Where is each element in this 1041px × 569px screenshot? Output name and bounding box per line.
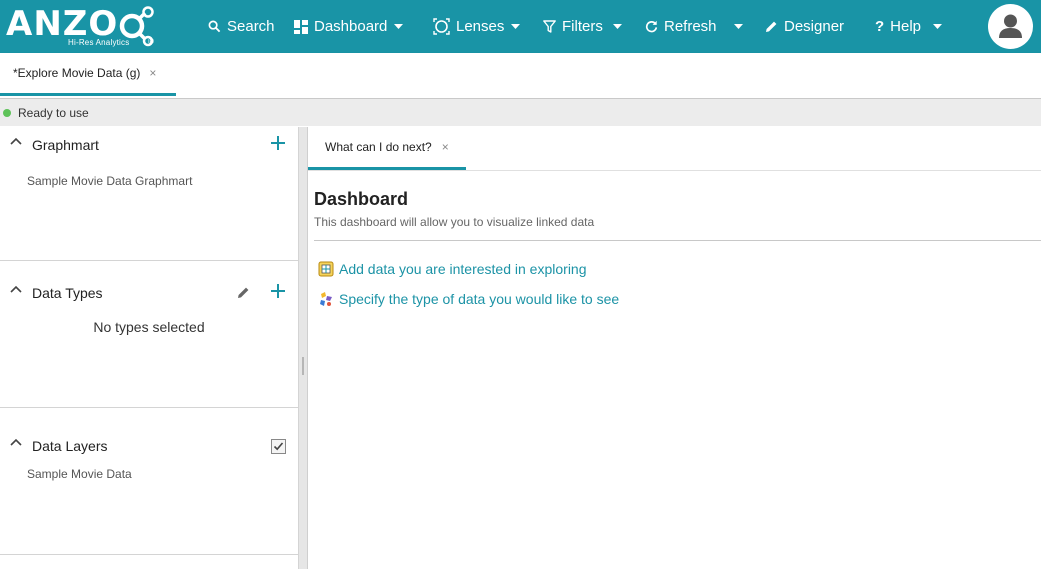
lenses-dropdown-caret[interactable] xyxy=(511,0,520,53)
anzo-logo[interactable]: ANZO Hi-Res Analytics ® xyxy=(6,4,158,48)
subtab-close-icon[interactable]: × xyxy=(442,140,449,154)
specify-type-icon xyxy=(320,292,332,306)
caret-down-icon xyxy=(394,24,403,29)
splitter-grip-icon xyxy=(302,357,304,375)
page-description: This dashboard will allow you to visuali… xyxy=(314,215,595,229)
logo-tagline: Hi-Res Analytics xyxy=(68,38,130,47)
nav-dashboard[interactable]: Dashboard xyxy=(294,0,387,53)
data-layers-checkbox[interactable] xyxy=(271,439,286,454)
nav-search-label: Search xyxy=(227,18,275,35)
filters-dropdown-caret[interactable] xyxy=(613,0,622,53)
nav-help[interactable]: ? Help xyxy=(875,0,921,53)
panel-splitter[interactable] xyxy=(299,127,308,569)
dashboard-dropdown-caret[interactable] xyxy=(394,0,403,53)
nav-lenses[interactable]: Lenses xyxy=(433,0,504,53)
top-navigation-bar: ANZO Hi-Res Analytics ® Search Dashboard xyxy=(0,0,1041,53)
data-layers-title: Data Layers xyxy=(32,438,108,454)
add-data-link-text: Add data you are interested in exploring xyxy=(339,261,587,277)
nav-filters[interactable]: Filters xyxy=(543,0,603,53)
add-graphmart-icon[interactable] xyxy=(270,135,286,151)
dashboard-grid-icon xyxy=(294,19,308,34)
user-profile-icon xyxy=(999,14,1022,38)
specify-type-link[interactable]: Specify the type of data you would like … xyxy=(318,291,619,307)
left-panel: Graphmart Sample Movie Data Graphmart Da… xyxy=(0,127,299,569)
dashboard-content: What can I do next? × Dashboard This das… xyxy=(308,127,1041,569)
status-bar: Ready to use xyxy=(0,99,1041,126)
filter-icon xyxy=(543,20,556,33)
pencil-icon xyxy=(766,21,777,32)
nav-designer[interactable]: Designer xyxy=(765,0,844,53)
status-text: Ready to use xyxy=(18,105,89,120)
caret-down-icon xyxy=(734,24,743,29)
nav-designer-label: Designer xyxy=(784,18,845,35)
add-data-icon xyxy=(318,261,334,277)
refresh-icon xyxy=(645,20,658,33)
question-mark-icon: ? xyxy=(875,18,885,35)
refresh-dropdown-caret[interactable] xyxy=(734,0,743,53)
data-layer-item[interactable]: Sample Movie Data xyxy=(27,467,132,481)
data-layers-header[interactable]: Data Layers xyxy=(0,428,298,462)
page-title: Dashboard xyxy=(314,189,409,209)
data-types-header[interactable]: Data Types xyxy=(0,275,298,309)
nav-dashboard-label: Dashboard xyxy=(314,18,388,35)
divider xyxy=(314,240,1041,241)
data-types-section: Data Types No types selected xyxy=(0,261,298,408)
tab-explore-movie-data[interactable]: *Explore Movie Data (g) × xyxy=(0,53,176,96)
nav-refresh-label: Refresh xyxy=(664,18,717,35)
graphmart-header[interactable]: Graphmart xyxy=(0,127,298,161)
nav-help-label: Help xyxy=(890,18,922,35)
lenses-icon xyxy=(433,18,450,35)
data-layers-section: Data Layers Sample Movie Data xyxy=(0,408,298,555)
chevron-up-icon[interactable] xyxy=(10,137,22,145)
help-dropdown-caret[interactable] xyxy=(933,0,942,53)
nav-search[interactable]: Search xyxy=(208,0,275,53)
document-tab-strip: *Explore Movie Data (g) × xyxy=(0,53,1041,99)
caret-down-icon xyxy=(933,24,942,29)
registered-mark: ® xyxy=(148,37,154,46)
graphmart-section: Graphmart Sample Movie Data Graphmart xyxy=(0,127,298,261)
nav-refresh[interactable]: Refresh xyxy=(645,0,717,53)
edit-pencil-icon[interactable] xyxy=(237,286,250,299)
graphmart-title: Graphmart xyxy=(32,137,99,153)
search-icon xyxy=(208,20,221,33)
user-avatar[interactable] xyxy=(988,4,1033,49)
add-data-link[interactable]: Add data you are interested in exploring xyxy=(318,261,587,277)
nav-lenses-label: Lenses xyxy=(456,18,505,35)
graphmart-item[interactable]: Sample Movie Data Graphmart xyxy=(27,174,192,188)
tab-label: *Explore Movie Data (g) xyxy=(13,66,141,80)
tab-close-icon[interactable]: × xyxy=(149,66,156,80)
subtab-label: What can I do next? xyxy=(325,140,432,154)
checkmark-icon xyxy=(273,442,284,451)
add-data-type-icon[interactable] xyxy=(270,283,286,299)
caret-down-icon xyxy=(613,24,622,29)
tab-what-can-i-do-next[interactable]: What can I do next? × xyxy=(308,127,466,170)
no-types-message: No types selected xyxy=(93,319,205,335)
chevron-up-icon[interactable] xyxy=(10,285,22,293)
nav-filters-label: Filters xyxy=(562,18,603,35)
data-types-title: Data Types xyxy=(32,285,103,301)
specify-type-link-text: Specify the type of data you would like … xyxy=(339,291,620,307)
content-tab-strip: What can I do next? × xyxy=(308,127,1041,171)
status-indicator-icon xyxy=(3,108,11,117)
caret-down-icon xyxy=(511,24,520,29)
chevron-up-icon[interactable] xyxy=(10,438,22,446)
